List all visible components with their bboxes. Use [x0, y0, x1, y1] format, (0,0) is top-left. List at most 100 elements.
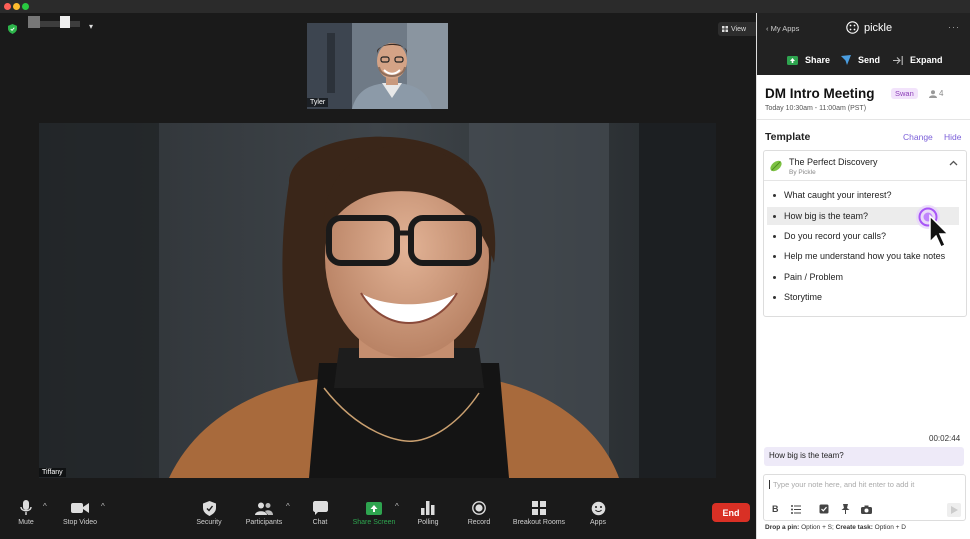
chat-button[interactable]: Chat	[290, 497, 350, 526]
meeting-toolbar: Mute ^ Stop Video ^ Security Participant…	[0, 495, 756, 539]
redacted-block	[28, 16, 40, 28]
close-window-button[interactable]	[4, 3, 11, 10]
window-titlebar	[0, 0, 970, 13]
meeting-time: Today 10:30am - 11:00am (PST)	[765, 105, 867, 112]
minimize-window-button[interactable]	[13, 3, 20, 10]
meeting-title: DM Intro Meeting	[765, 86, 875, 101]
task-shortcut-label: Create task:	[835, 524, 873, 531]
checkbox-task-icon[interactable]	[819, 504, 829, 514]
view-label: View	[731, 25, 747, 33]
apps-icon	[591, 501, 605, 515]
panel-header: ‹ My Apps pickle ··· Share Send Expand	[757, 13, 970, 75]
participants-icon	[255, 502, 273, 515]
template-author: By Pickle	[789, 169, 816, 176]
maximize-window-button[interactable]	[22, 3, 29, 10]
pickle-leaf-icon	[770, 160, 782, 172]
stop-video-label: Stop Video	[62, 519, 98, 526]
back-label: My Apps	[770, 24, 800, 33]
person-icon	[929, 89, 937, 98]
meeting-timer: 00:02:44	[929, 434, 961, 443]
pickle-logo: pickle	[846, 21, 892, 34]
apps-button[interactable]: Apps	[568, 497, 628, 526]
security-label: Security	[196, 519, 222, 526]
template-name: The Perfect Discovery	[789, 157, 878, 167]
share-icon	[787, 55, 798, 65]
chevron-up-icon[interactable]	[949, 160, 958, 166]
question-item[interactable]: Storytime	[767, 288, 959, 306]
security-shield-icon	[202, 500, 216, 516]
more-options-icon[interactable]: ···	[948, 22, 960, 32]
note-item[interactable]: How big is the team?	[764, 447, 964, 466]
shortcut-hint: Drop a pin: Option + S; Create task: Opt…	[765, 524, 906, 531]
send-arrow-icon	[951, 506, 958, 514]
microphone-icon	[20, 500, 32, 515]
submit-note-button[interactable]	[947, 503, 961, 517]
meeting-badge[interactable]: Swan	[891, 88, 918, 99]
apps-label: Apps	[590, 519, 606, 526]
question-item[interactable]: Pain / Problem	[767, 268, 959, 286]
thumbnail-name-tag: Tyler	[307, 98, 329, 107]
participant-count-value: 4	[939, 89, 944, 98]
back-to-my-apps-link[interactable]: ‹ My Apps	[766, 24, 799, 33]
pin-icon[interactable]	[841, 504, 850, 514]
send-icon	[841, 55, 851, 65]
question-text: Storytime	[784, 292, 823, 302]
participants-label: Participants	[245, 519, 283, 526]
record-label: Record	[467, 519, 491, 526]
video-camera-icon	[71, 503, 89, 513]
expand-icon	[893, 55, 903, 65]
main-video-name-tag: Tiffany	[39, 468, 66, 477]
mute-button[interactable]: Mute	[0, 497, 56, 526]
meeting-info-dropdown-icon[interactable]: ▾	[89, 22, 93, 31]
end-meeting-button[interactable]: End	[712, 503, 750, 522]
polling-bar-chart-icon	[421, 501, 435, 515]
question-text: Pain / Problem	[784, 272, 844, 282]
note-input[interactable]: Type your note here, and hit enter to ad…	[769, 480, 914, 489]
chat-bubble-icon	[312, 501, 328, 515]
participant-video-tyler	[307, 23, 448, 109]
audio-options-caret-icon[interactable]: ^	[43, 502, 47, 511]
expand-action-button[interactable]: Expand	[893, 55, 943, 65]
share-screen-icon	[366, 501, 382, 515]
expand-action-label: Expand	[910, 55, 943, 65]
chat-label: Chat	[312, 519, 328, 526]
encryption-shield-icon[interactable]	[8, 24, 17, 34]
bullet-list-icon[interactable]	[791, 505, 801, 514]
participants-button[interactable]: Participants	[234, 497, 294, 526]
record-icon	[472, 501, 486, 515]
task-shortcut-keys: Option + D	[874, 524, 906, 531]
active-speaker-video[interactable]: Tiffany	[39, 123, 716, 478]
participant-thumbnail[interactable]: Tyler	[307, 23, 448, 109]
bold-icon[interactable]: B	[772, 504, 779, 514]
change-template-link[interactable]: Change	[903, 132, 933, 142]
view-button[interactable]: View	[718, 22, 758, 36]
app-name: pickle	[864, 21, 893, 34]
template-card-header[interactable]: The Perfect Discovery By Pickle	[764, 151, 966, 181]
question-text: Do you record your calls?	[784, 231, 887, 241]
breakout-rooms-button[interactable]: Breakout Rooms	[509, 497, 569, 526]
security-button[interactable]: Security	[179, 497, 239, 526]
pin-shortcut-keys: Option + S;	[801, 524, 834, 531]
participant-count: 4	[929, 89, 943, 98]
divider	[757, 119, 970, 120]
note-input-box[interactable]: Type your note here, and hit enter to ad…	[763, 474, 966, 521]
send-action-button[interactable]: Send	[841, 55, 880, 65]
click-cursor-icon	[916, 205, 950, 249]
participant-video-tiffany	[39, 123, 716, 478]
polling-label: Polling	[417, 519, 439, 526]
record-button[interactable]: Record	[449, 497, 509, 526]
breakout-rooms-grid-icon	[532, 501, 546, 515]
question-text: Help me understand how you take notes	[784, 251, 946, 261]
question-text: How big is the team?	[784, 211, 869, 221]
video-options-caret-icon[interactable]: ^	[101, 502, 105, 511]
template-card: The Perfect Discovery By Pickle What cau…	[763, 150, 967, 317]
template-heading: Template	[765, 131, 811, 143]
question-text: What caught your interest?	[784, 190, 892, 200]
question-item[interactable]: What caught your interest?	[767, 186, 959, 204]
redacted-block	[60, 16, 70, 28]
share-action-button[interactable]: Share	[787, 55, 830, 65]
zoom-meeting-area: ▾ View Tyler Tiffany Mute ^ Stop Video ^…	[0, 13, 758, 539]
hide-template-link[interactable]: Hide	[944, 132, 961, 142]
app-root: ▾ View Tyler Tiffany Mute ^ Stop Video ^…	[0, 0, 970, 539]
camera-icon[interactable]	[861, 505, 872, 514]
